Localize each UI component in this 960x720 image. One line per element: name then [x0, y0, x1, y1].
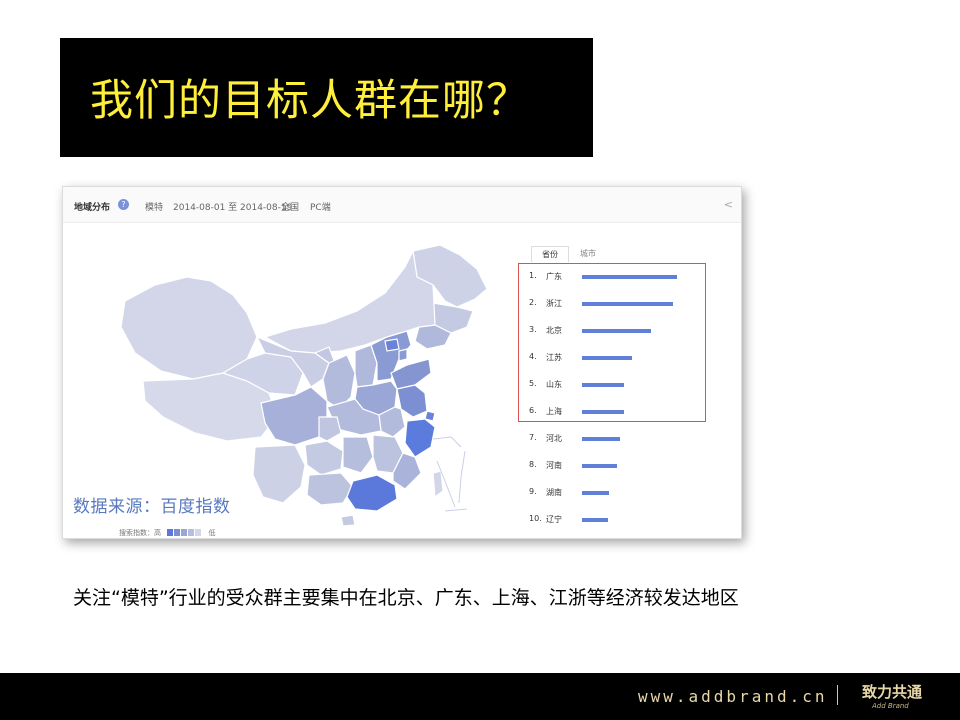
footer-bar: www.addbrand.cn 致力共通 Add Brand — [0, 673, 960, 720]
province-label: 山东 — [546, 380, 562, 389]
province-label: 上海 — [546, 407, 562, 416]
province-label: 河北 — [546, 434, 562, 443]
province-bar — [582, 437, 620, 441]
rank-number: 10. — [529, 514, 542, 523]
province-label: 江苏 — [546, 353, 562, 362]
rank-number: 4. — [529, 352, 537, 361]
province-label: 广东 — [546, 272, 562, 281]
footer-brand-logo: 致力共通 — [862, 683, 923, 701]
province-bar — [582, 329, 651, 333]
rank-number: 5. — [529, 379, 537, 388]
footer-brand-subtitle: Add Brand — [872, 702, 909, 710]
province-bar — [582, 410, 624, 414]
province-bar — [582, 518, 608, 522]
province-ranking-chart: 1. 广东 2. 浙江 3. 北京 4. 江苏 5. 山东 6. 上海 7. 河北 8. 河南 9. 湖南 10. 辽… — [63, 187, 741, 538]
province-bar — [582, 275, 677, 279]
rank-number: 1. — [529, 271, 537, 280]
rank-number: 8. — [529, 460, 537, 469]
province-bar — [582, 302, 673, 306]
province-label: 河南 — [546, 461, 562, 470]
slide-title: 我们的目标人群在哪？ — [90, 76, 530, 126]
rank-number: 2. — [529, 298, 537, 307]
insight-text: 关注“模特”行业的受众群主要集中在北京、广东、上海、江浙等经济较发达地区 — [73, 587, 739, 609]
region-distribution-panel: 地域分布 ? 模特 2014-08-01 至 2014-08-19 全国 PC端… — [62, 186, 742, 539]
rank-number: 7. — [529, 433, 537, 442]
title-banner: 我们的目标人群在哪？ — [60, 38, 593, 157]
rank-number: 9. — [529, 487, 537, 496]
footer-url[interactable]: www.addbrand.cn — [638, 687, 828, 706]
province-bar — [582, 356, 632, 360]
province-label: 北京 — [546, 326, 562, 335]
province-bar — [582, 464, 617, 468]
rank-number: 3. — [529, 325, 537, 334]
rank-number: 6. — [529, 406, 537, 415]
province-bar — [582, 383, 624, 387]
province-bar — [582, 491, 609, 495]
province-label: 湖南 — [546, 488, 562, 497]
province-label: 浙江 — [546, 299, 562, 308]
province-label: 辽宁 — [546, 515, 562, 524]
footer-divider — [837, 685, 838, 705]
